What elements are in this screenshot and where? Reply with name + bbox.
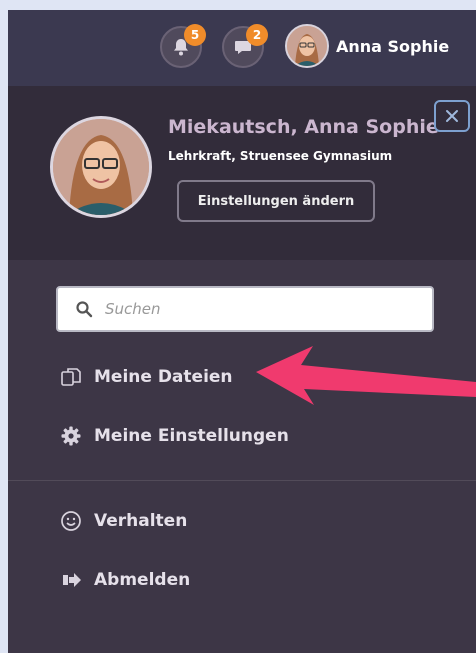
profile-avatar xyxy=(50,116,152,218)
profile-name: Miekautsch, Anna Sophie xyxy=(168,116,439,138)
menu-item-logout[interactable]: Abmelden xyxy=(60,565,190,595)
user-name[interactable]: Anna Sophie xyxy=(336,37,449,56)
notifications-button[interactable]: 5 xyxy=(160,24,206,68)
change-settings-button[interactable]: Einstellungen ändern xyxy=(177,180,375,222)
files-icon xyxy=(60,366,82,388)
notifications-badge: 5 xyxy=(184,24,206,46)
menu-divider xyxy=(8,480,476,481)
close-icon xyxy=(446,110,458,122)
menu-item-behavior[interactable]: Verhalten xyxy=(60,506,187,536)
search-placeholder: Suchen xyxy=(105,300,161,318)
side-panel: 5 2 Anna Sophie Miekautsch, Anna Sophie … xyxy=(8,10,476,653)
profile-section: Miekautsch, Anna Sophie Lehrkraft, Strue… xyxy=(8,86,476,260)
messages-button[interactable]: 2 xyxy=(222,24,268,68)
profile-role: Lehrkraft, Struensee Gymnasium xyxy=(168,149,393,163)
search-icon xyxy=(76,301,93,318)
search-input[interactable]: Suchen xyxy=(56,286,434,332)
menu-item-label: Verhalten xyxy=(94,511,188,531)
menu-item-label: Meine Einstellungen xyxy=(94,426,289,446)
user-portrait-icon xyxy=(287,26,327,66)
menu-item-my-files[interactable]: Meine Dateien xyxy=(60,362,233,392)
top-bar: 5 2 Anna Sophie xyxy=(8,10,476,86)
smiley-icon xyxy=(60,510,82,532)
gear-icon xyxy=(60,425,82,447)
user-portrait-icon xyxy=(53,119,149,215)
avatar[interactable] xyxy=(285,24,329,68)
close-button[interactable] xyxy=(434,100,470,132)
menu-item-my-settings[interactable]: Meine Einstellungen xyxy=(60,421,289,451)
menu-item-label: Abmelden xyxy=(94,570,191,590)
logout-icon xyxy=(60,569,82,591)
menu-item-label: Meine Dateien xyxy=(94,367,233,387)
messages-badge: 2 xyxy=(246,24,268,46)
